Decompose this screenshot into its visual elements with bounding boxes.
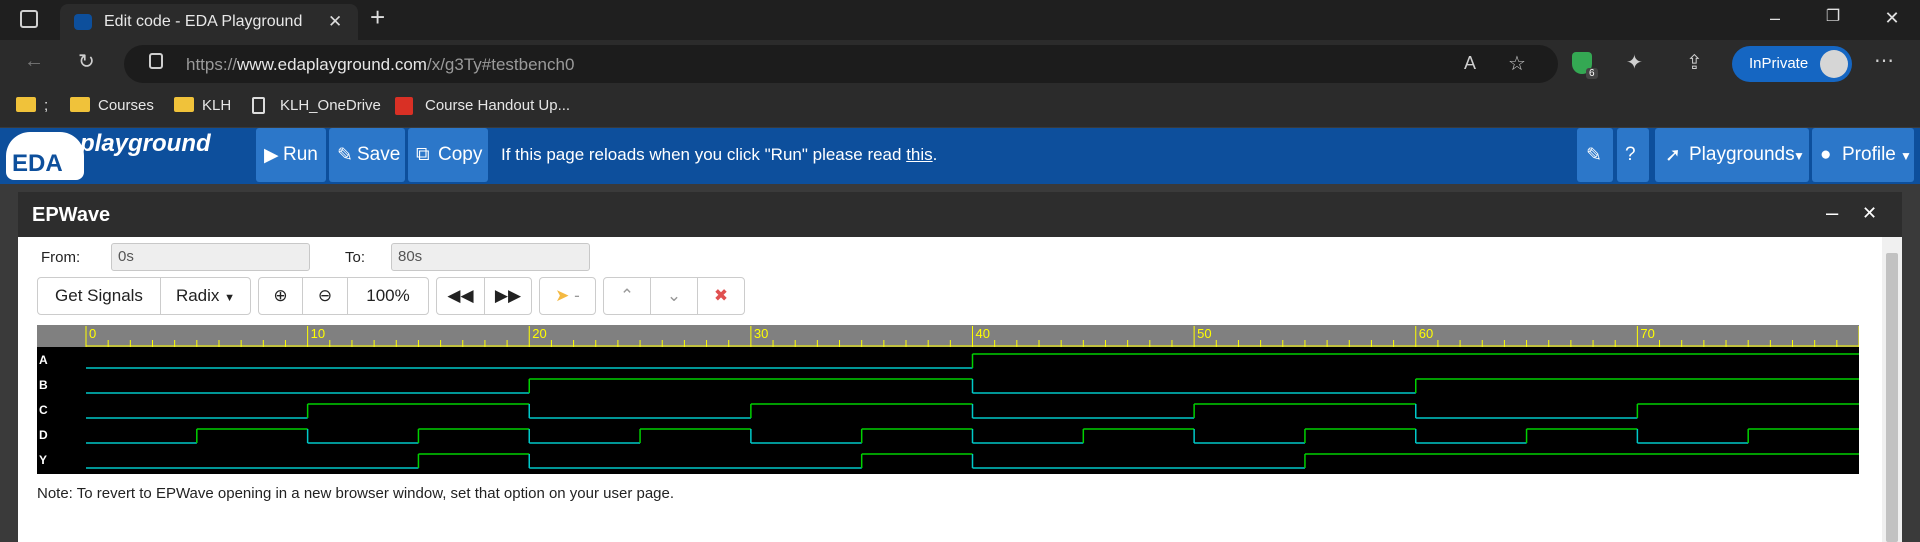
logo-eda-text: EDA (12, 150, 63, 177)
scrollbar-thumb[interactable] (1886, 253, 1898, 542)
avatar (1820, 50, 1848, 78)
zoom-out-icon[interactable]: ⊖ (303, 278, 348, 314)
radix-button[interactable]: Radix ▼ (161, 278, 250, 314)
refresh-icon[interactable]: ↻ (78, 49, 95, 74)
signal-name-D: D (39, 428, 48, 442)
zoom-level[interactable]: 100% (348, 278, 428, 314)
ruler-tick-label: 10 (311, 326, 325, 341)
bookmark-folder-courses[interactable]: Courses (70, 97, 154, 114)
address-bar[interactable]: https://www.edaplayground.com/x/g3Ty#tes… (124, 45, 1558, 83)
waveform-viewer[interactable]: 0 10 20 30 40 50 60 70 A B C D Y (37, 325, 1860, 474)
read-aloud-icon[interactable]: A (1464, 53, 1476, 74)
back-arrow-icon[interactable]: ← (24, 50, 44, 73)
tab-close-icon[interactable]: ✕ (328, 12, 342, 32)
zoom-button-group: ⊕ ⊖ 100% (258, 277, 429, 315)
logo-playground-text: playground (80, 130, 211, 157)
signal-name-B: B (39, 378, 48, 392)
chevron-down-icon[interactable]: ⌄ (651, 278, 698, 314)
modal-scrollbar[interactable] (1882, 237, 1902, 542)
bookmark-klh-onedrive[interactable]: KLH_OneDrive (252, 97, 381, 114)
revert-note: Note: To revert to EPWave opening in a n… (37, 485, 675, 502)
ruler-tick-label: 70 (1640, 326, 1654, 341)
tab-strip: Edit code - EDA Playground ✕ + – ❐ ✕ (0, 0, 1920, 40)
inprivate-button[interactable]: InPrivate (1732, 46, 1852, 82)
modal-title: EPWave (32, 204, 111, 226)
bookmark-folder-klh[interactable]: KLH (174, 97, 231, 114)
clear-icon[interactable]: ✖ (698, 278, 744, 314)
reload-message: If this page reloads when you click "Run… (501, 145, 938, 164)
zoom-in-icon[interactable]: ⊕ (259, 278, 303, 314)
edit-icon[interactable]: ✎ (1577, 128, 1613, 182)
ruler-tick-label: 60 (1419, 326, 1433, 341)
ruler-tick-label: 0 (89, 326, 96, 341)
eda-header: EDA playground ▶ Run ✎ Save ⧉ Copy If this … (0, 128, 1920, 184)
save-button[interactable]: ✎ Save (329, 128, 405, 182)
add-favorite-icon[interactable]: ☆ (1508, 51, 1526, 76)
folder-icon (16, 97, 36, 112)
minimize-modal-icon[interactable]: – (1826, 200, 1838, 226)
help-icon[interactable]: ? (1617, 128, 1649, 182)
lock-icon[interactable] (149, 53, 163, 69)
url-text: https://www.edaplayground.com/x/g3Ty#tes… (186, 55, 575, 74)
from-input[interactable]: 0s (111, 243, 310, 271)
close-modal-icon[interactable]: ✕ (1862, 203, 1877, 224)
nav-button-group: ⌃ ⌄ ✖ (603, 277, 745, 315)
to-input[interactable]: 80s (391, 243, 590, 271)
get-signals-button[interactable]: Get Signals (38, 278, 161, 314)
to-label: To: (345, 249, 366, 266)
bookmark-course-handout[interactable]: Course Handout Up... (395, 97, 570, 115)
playgrounds-menu[interactable]: ➚ Playgrounds ▼ (1655, 128, 1809, 182)
share-icon[interactable]: ⇪ (1686, 50, 1703, 75)
signals-button-group: Get Signals Radix ▼ (37, 277, 251, 315)
tab-actions-icon[interactable] (20, 10, 38, 28)
scroll-right-icon[interactable]: ▶▶ (485, 278, 531, 314)
tab-edit-code[interactable]: Edit code - EDA Playground ✕ (60, 4, 358, 40)
cursor-icon: ➤ (555, 286, 570, 305)
ruler-tick-label: 30 (754, 326, 768, 341)
bookmarks-bar: ; Courses KLH KLH_OneDrive Course Handou… (0, 88, 1920, 128)
tab-title: Edit code - EDA Playground (104, 13, 303, 30)
cursor-button-group: ➤ - (539, 277, 596, 315)
pdf-icon (395, 97, 413, 115)
document-icon (252, 97, 265, 114)
from-label: From: (41, 249, 81, 266)
modal-header: EPWave – ✕ (18, 192, 1902, 237)
new-tab-button[interactable]: + (370, 2, 385, 33)
chevron-up-icon[interactable]: ⌃ (604, 278, 651, 314)
minimize-window-icon[interactable]: – (1755, 8, 1795, 29)
extension-badge: 6 (1586, 68, 1598, 79)
edaplayground-favicon-icon (74, 14, 92, 30)
ruler-tick-label: 20 (532, 326, 546, 341)
bookmark-folder-semicolon[interactable]: ; (16, 97, 48, 114)
restore-window-icon[interactable]: ❐ (1813, 6, 1853, 26)
signal-name-C: C (39, 403, 48, 417)
close-window-icon[interactable]: ✕ (1872, 8, 1912, 29)
folder-icon (174, 97, 194, 112)
scroll-left-icon[interactable]: ◀◀ (437, 278, 485, 314)
signal-name-A: A (39, 353, 48, 367)
ruler-tick-label: 40 (976, 326, 990, 341)
signal-name-Y: Y (39, 453, 47, 467)
read-this-link[interactable]: this (906, 145, 932, 164)
copy-button[interactable]: ⧉ Copy (408, 128, 488, 182)
scroll-button-group: ◀◀ ▶▶ (436, 277, 532, 315)
waveform-svg: 0 10 20 30 40 50 60 70 ABCDY (37, 325, 1860, 469)
ruler-tick-label: 50 (1197, 326, 1211, 341)
cursor-button[interactable]: ➤ - (540, 278, 595, 314)
extensions-icon[interactable]: ✦ (1626, 50, 1643, 75)
address-row: ← ↻ https://www.edaplayground.com/x/g3Ty… (0, 40, 1920, 88)
folder-icon (70, 97, 90, 112)
run-button[interactable]: ▶ Run (256, 128, 326, 182)
inprivate-label: InPrivate (1749, 55, 1809, 72)
profile-menu[interactable]: ● Profile ▼ (1812, 128, 1914, 182)
more-menu-icon[interactable]: ⋯ (1874, 48, 1894, 73)
